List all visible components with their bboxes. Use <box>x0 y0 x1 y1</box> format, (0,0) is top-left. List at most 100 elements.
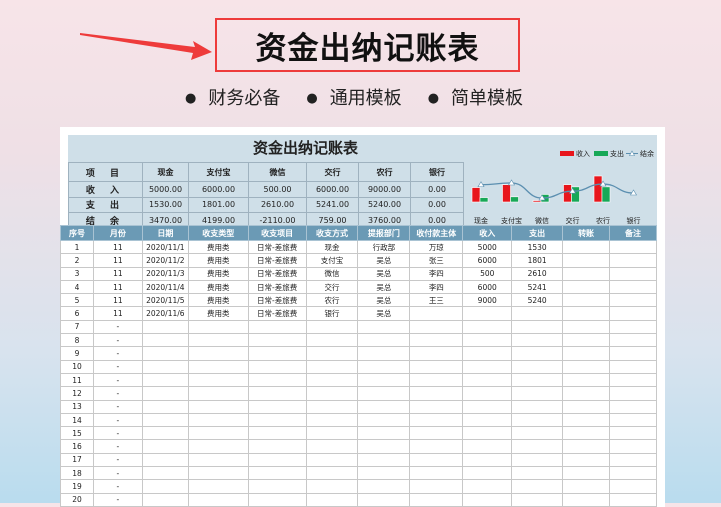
table-cell[interactable] <box>562 293 611 308</box>
table-cell[interactable]: 1 <box>60 239 94 255</box>
table-cell[interactable] <box>141 426 189 441</box>
table-cell[interactable] <box>247 346 307 361</box>
table-cell[interactable]: 2020/11/1 <box>141 239 189 255</box>
table-cell[interactable]: 费用类 <box>187 306 249 321</box>
table-cell[interactable]: 11 <box>92 253 143 268</box>
table-cell[interactable] <box>357 452 411 468</box>
table-cell[interactable] <box>609 333 657 348</box>
table-cell[interactable]: 5 <box>60 293 94 308</box>
table-cell[interactable]: 交行 <box>305 279 359 295</box>
table-cell[interactable]: - <box>92 372 143 388</box>
table-cell[interactable] <box>511 479 564 494</box>
column-header[interactable]: 收支项目 <box>247 225 307 241</box>
table-cell[interactable] <box>409 346 464 361</box>
table-cell[interactable] <box>409 333 464 348</box>
table-cell[interactable]: 农行 <box>305 293 359 308</box>
table-cell[interactable]: 12 <box>60 386 94 401</box>
table-cell[interactable] <box>511 452 564 468</box>
table-cell[interactable]: - <box>92 439 143 454</box>
table-cell[interactable]: 19 <box>60 479 94 494</box>
table-cell[interactable] <box>562 239 611 255</box>
column-header[interactable]: 收入 <box>462 225 513 241</box>
table-cell[interactable] <box>305 359 359 374</box>
table-cell[interactable] <box>609 359 657 374</box>
table-cell[interactable] <box>609 279 657 295</box>
table-cell[interactable] <box>187 426 249 441</box>
table-cell[interactable] <box>462 346 513 361</box>
table-cell[interactable] <box>511 466 564 481</box>
table-cell[interactable] <box>609 479 657 494</box>
table-cell[interactable] <box>409 372 464 388</box>
table-cell[interactable] <box>357 412 411 428</box>
table-cell[interactable] <box>187 386 249 401</box>
table-cell[interactable] <box>141 412 189 428</box>
table-cell[interactable] <box>357 492 411 507</box>
table-cell[interactable] <box>609 372 657 388</box>
table-cell[interactable]: 1801 <box>511 253 564 268</box>
table-cell[interactable] <box>462 359 513 374</box>
table-cell[interactable]: 现金 <box>305 239 359 255</box>
table-cell[interactable] <box>562 492 611 507</box>
table-cell[interactable] <box>247 412 307 428</box>
table-cell[interactable]: 吴总 <box>357 293 411 308</box>
table-cell[interactable] <box>511 372 564 388</box>
table-cell[interactable] <box>511 492 564 507</box>
column-header[interactable]: 收支类型 <box>187 225 249 241</box>
table-cell[interactable] <box>305 426 359 441</box>
table-cell[interactable]: - <box>92 359 143 374</box>
table-cell[interactable]: 费用类 <box>187 279 249 295</box>
table-cell[interactable] <box>187 372 249 388</box>
table-cell[interactable] <box>462 492 513 507</box>
table-cell[interactable]: 17 <box>60 452 94 468</box>
table-cell[interactable]: 20 <box>60 492 94 507</box>
table-cell[interactable] <box>609 412 657 428</box>
column-header[interactable]: 收支方式 <box>305 225 359 241</box>
table-cell[interactable] <box>609 253 657 268</box>
table-cell[interactable] <box>357 479 411 494</box>
table-cell[interactable]: 11 <box>92 279 143 295</box>
table-cell[interactable]: - <box>92 452 143 468</box>
table-cell[interactable]: 吴总 <box>357 266 411 281</box>
table-cell[interactable] <box>511 426 564 441</box>
table-cell[interactable] <box>409 306 464 321</box>
table-cell[interactable] <box>562 426 611 441</box>
table-cell[interactable]: - <box>92 386 143 401</box>
table-cell[interactable]: 吴总 <box>357 306 411 321</box>
table-cell[interactable] <box>409 466 464 481</box>
table-cell[interactable] <box>562 479 611 494</box>
table-cell[interactable]: 5000 <box>462 239 513 255</box>
table-cell[interactable] <box>409 452 464 468</box>
table-cell[interactable] <box>187 359 249 374</box>
table-cell[interactable] <box>562 452 611 468</box>
table-cell[interactable] <box>247 319 307 335</box>
table-cell[interactable]: 11 <box>92 266 143 281</box>
table-cell[interactable]: 2020/11/6 <box>141 306 189 321</box>
table-cell[interactable] <box>462 439 513 454</box>
column-header[interactable]: 支出 <box>511 225 564 241</box>
table-cell[interactable] <box>247 466 307 481</box>
table-cell[interactable] <box>141 399 189 414</box>
table-cell[interactable]: 行政部 <box>357 239 411 255</box>
table-cell[interactable]: 9000 <box>462 293 513 308</box>
column-header[interactable]: 日期 <box>141 225 189 241</box>
summary-cell[interactable]: 5000.00 <box>142 181 189 198</box>
table-cell[interactable]: 4 <box>60 279 94 295</box>
table-cell[interactable]: 费用类 <box>187 293 249 308</box>
table-cell[interactable] <box>609 426 657 441</box>
table-cell[interactable] <box>357 439 411 454</box>
table-cell[interactable]: 6000 <box>462 279 513 295</box>
table-cell[interactable] <box>609 293 657 308</box>
table-cell[interactable] <box>609 306 657 321</box>
table-cell[interactable]: - <box>92 426 143 441</box>
table-cell[interactable] <box>562 333 611 348</box>
summary-cell[interactable]: 1801.00 <box>188 196 249 213</box>
table-cell[interactable] <box>187 346 249 361</box>
table-cell[interactable] <box>511 346 564 361</box>
table-cell[interactable]: 11 <box>92 293 143 308</box>
summary-cell[interactable]: 5240.00 <box>358 196 411 213</box>
table-cell[interactable]: 14 <box>60 412 94 428</box>
table-cell[interactable] <box>462 426 513 441</box>
summary-cell[interactable]: 500.00 <box>248 181 307 198</box>
table-cell[interactable]: 13 <box>60 399 94 414</box>
table-cell[interactable]: 微信 <box>305 266 359 281</box>
